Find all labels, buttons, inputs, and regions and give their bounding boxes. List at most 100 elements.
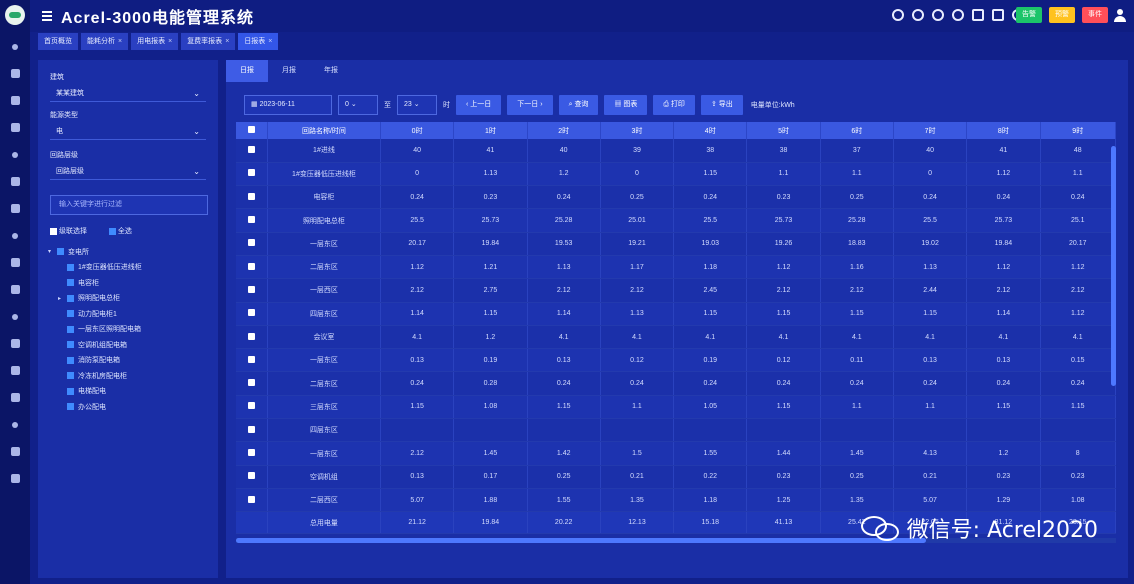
table-row[interactable]: 照明配电总柜 25.5 25.73 25.28 25.01 25.5 25.73 25.28 2… <box>236 208 1116 233</box>
table-row[interactable]: 四层东区 <box>236 418 1116 443</box>
next-day-button[interactable]: 下一日 › <box>507 95 553 115</box>
tab-yearly[interactable]: 年报 <box>310 60 352 82</box>
table-row[interactable]: 三层东区 1.15 1.08 1.15 1.1 1.05 1.15 1.1 1.1 1.15 1.1… <box>236 395 1116 420</box>
row-checkbox[interactable] <box>236 278 268 303</box>
tree-node-checkbox[interactable] <box>67 310 74 318</box>
table-row[interactable]: 二层东区 0.24 0.28 0.24 0.24 0.24 0.24 0.24 0.24 0.24… <box>236 371 1116 396</box>
event-badge[interactable]: 事件 <box>1082 7 1108 23</box>
cascade-option[interactable]: 级联选择 <box>50 226 87 236</box>
table-row[interactable]: 一层东区 0.13 0.19 0.13 0.12 0.19 0.12 0.11 0.13 0.13… <box>236 348 1116 373</box>
nav-alarm-icon[interactable] <box>0 141 30 168</box>
sound-icon[interactable] <box>932 9 944 21</box>
tab-overview[interactable]: 首页概览 <box>38 33 78 50</box>
column-header[interactable]: 2时 <box>527 122 601 139</box>
globe-icon[interactable] <box>892 9 904 21</box>
hour-to-select[interactable]: 23 ⌄ <box>397 95 437 115</box>
fullscreen-icon[interactable] <box>972 9 984 21</box>
column-header[interactable]: 0时 <box>380 122 455 139</box>
tree-node[interactable]: 消防泵配电箱 <box>48 353 142 369</box>
building-select[interactable]: 某某建筑 ⌄ <box>50 85 206 102</box>
energy-type-select[interactable]: 电 ⌄ <box>50 123 206 140</box>
nav-list-icon[interactable] <box>0 357 30 384</box>
table-row[interactable]: 1#进线 40 41 40 39 38 38 37 40 41 48 <box>236 139 1116 163</box>
hour-from-select[interactable]: 0 ⌄ <box>338 95 378 115</box>
tree-search-input[interactable]: 输入关键字进行过滤 <box>50 195 208 215</box>
vertical-scrollbar[interactable] <box>1111 146 1116 386</box>
alarm-badge[interactable]: 告警 <box>1016 7 1042 23</box>
tab-monthly[interactable]: 月报 <box>268 60 310 82</box>
tree-node[interactable]: 电容柜 <box>48 275 142 291</box>
table-row[interactable]: 一层东区 2.12 1.45 1.42 1.5 1.55 1.44 1.45 4.13 1.2 8 <box>236 441 1116 466</box>
column-header[interactable]: 7时 <box>893 122 968 139</box>
print-button[interactable]: ⎙ 打印 <box>653 95 695 115</box>
row-checkbox[interactable] <box>236 418 268 443</box>
nav-storage-icon[interactable] <box>0 438 30 465</box>
nav-message-icon[interactable] <box>0 384 30 411</box>
tree-node[interactable]: ▸ 照明配电总柜 <box>48 291 142 307</box>
column-header[interactable]: 9时 <box>1040 122 1116 139</box>
tree-node-checkbox[interactable] <box>67 325 74 333</box>
column-header[interactable]: 4时 <box>673 122 748 139</box>
tab-daily[interactable]: 日报 <box>226 60 268 82</box>
close-icon[interactable]: × <box>225 33 229 50</box>
select-all-rows-checkbox[interactable] <box>236 122 268 139</box>
tree-node[interactable]: 电梯配电 <box>48 384 142 400</box>
row-checkbox[interactable] <box>236 302 268 326</box>
row-checkbox[interactable] <box>236 348 268 373</box>
row-checkbox[interactable] <box>236 255 268 280</box>
tree-node[interactable]: 一层东区照明配电箱 <box>48 322 142 338</box>
column-header[interactable]: 5时 <box>746 122 821 139</box>
column-header[interactable]: 6时 <box>820 122 894 139</box>
column-header[interactable]: 回路名称/时间 <box>267 122 381 139</box>
row-checkbox[interactable] <box>236 465 268 489</box>
query-button[interactable]: ⌕ 查询 <box>558 95 599 115</box>
nav-settings-icon[interactable] <box>0 222 30 249</box>
row-checkbox[interactable] <box>236 185 268 210</box>
nav-save-icon[interactable] <box>0 465 30 492</box>
tree-arrow-icon[interactable]: ▾ <box>48 248 53 255</box>
row-checkbox[interactable] <box>236 371 268 396</box>
tree-node[interactable]: 办公配电 <box>48 399 142 415</box>
level-select[interactable]: 回路层级 ⌄ <box>50 163 206 180</box>
nav-camera-icon[interactable] <box>0 276 30 303</box>
select-all-checkbox[interactable] <box>108 227 116 235</box>
column-header[interactable]: 8时 <box>966 122 1041 139</box>
table-row[interactable]: 四层东区 1.14 1.15 1.14 1.13 1.15 1.15 1.15 1.15 1.14… <box>236 302 1116 326</box>
nav-home-icon[interactable] <box>0 33 30 60</box>
nav-tool-icon[interactable] <box>0 411 30 438</box>
tab-daily-report[interactable]: 日报表 × <box>238 33 279 50</box>
row-checkbox[interactable] <box>236 488 268 513</box>
chart-button[interactable]: ▦ 图表 <box>604 95 648 115</box>
close-icon[interactable]: × <box>118 33 122 50</box>
exit-icon[interactable] <box>992 9 1004 21</box>
column-header[interactable]: 3时 <box>600 122 675 139</box>
table-row[interactable]: 空调机组 0.13 0.17 0.25 0.21 0.22 0.23 0.25 0.21 0.23… <box>236 465 1116 489</box>
close-icon[interactable]: × <box>268 33 272 50</box>
row-checkbox[interactable] <box>236 395 268 420</box>
tree-node[interactable]: 空调机组配电箱 <box>48 337 142 353</box>
tree-node-checkbox[interactable] <box>67 263 74 271</box>
prev-day-button[interactable]: ‹ 上一日 <box>456 95 502 115</box>
nav-folder-icon[interactable] <box>0 114 30 141</box>
column-header[interactable]: 1时 <box>453 122 528 139</box>
row-checkbox[interactable] <box>236 139 268 163</box>
row-checkbox[interactable] <box>236 232 268 256</box>
tree-node-checkbox[interactable] <box>57 248 64 256</box>
nav-device-icon[interactable] <box>0 87 30 114</box>
tree-node-checkbox[interactable] <box>67 372 74 380</box>
user-icon[interactable] <box>1114 9 1126 22</box>
menu-toggle-icon[interactable] <box>42 11 52 21</box>
tab-power-report[interactable]: 用电报表 × <box>131 33 179 50</box>
nav-chart-icon[interactable] <box>0 168 30 195</box>
date-picker[interactable]: ▦ 2023-06-11 <box>244 95 332 115</box>
cascade-checkbox[interactable] <box>50 227 57 235</box>
row-checkbox[interactable] <box>236 441 268 466</box>
refresh-icon[interactable] <box>952 9 964 21</box>
tree-node-checkbox[interactable] <box>67 279 74 287</box>
table-row[interactable]: 一层西区 2.12 2.75 2.12 2.12 2.45 2.12 2.12 2.44 2.12… <box>236 278 1116 303</box>
tree-node[interactable]: 1#变压器低压进线柜 <box>48 260 142 276</box>
nav-report-icon[interactable] <box>0 249 30 276</box>
table-row[interactable]: 电容柜 0.24 0.23 0.24 0.25 0.24 0.23 0.25 0.24 0.24 0… <box>236 185 1116 210</box>
tree-node-checkbox[interactable] <box>67 294 74 302</box>
tree-node-checkbox[interactable] <box>67 403 74 411</box>
